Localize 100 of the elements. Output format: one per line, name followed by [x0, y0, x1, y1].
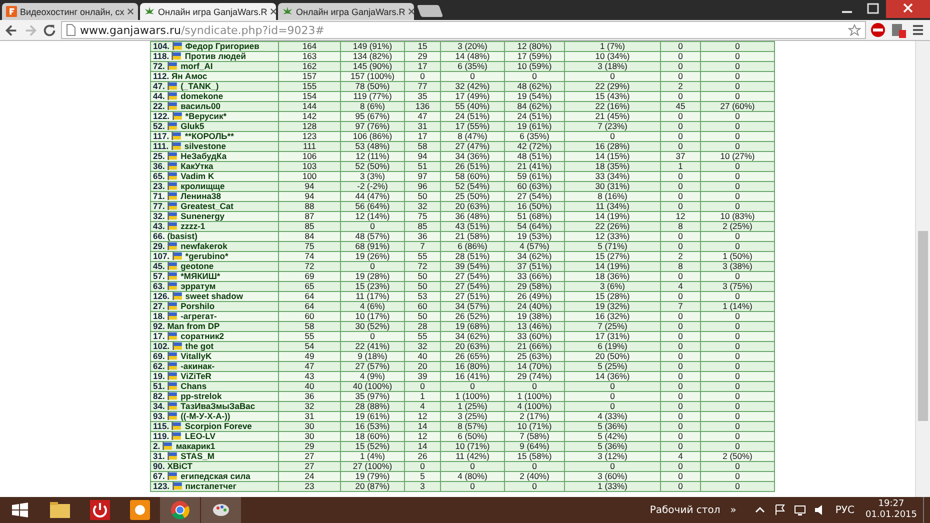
player-name-link[interactable]: ((-М-У-Х-А-)): [180, 411, 230, 421]
player-name-link[interactable]: -акинак-: [180, 361, 215, 371]
player-name-link[interactable]: (basist): [167, 231, 198, 241]
player-name-link[interactable]: pp-strelok: [180, 391, 222, 401]
desktop-label[interactable]: Рабочий стол: [650, 504, 720, 516]
chrome-icon[interactable]: [160, 497, 200, 523]
player-name-link[interactable]: zzzz-1: [180, 221, 206, 231]
clock[interactable]: 19:27 01.01.2015: [865, 499, 917, 521]
scrollbar-thumb[interactable]: [918, 231, 928, 421]
player-name-link[interactable]: василь00: [180, 101, 220, 111]
player-name-link[interactable]: Sunenergy: [180, 211, 225, 221]
player-name-link[interactable]: ХВіСТ: [167, 461, 192, 471]
rank-number: 122.: [153, 111, 170, 121]
table-cell: 0: [440, 482, 504, 492]
rank-number: 66.: [153, 231, 165, 241]
rank-number: 72.: [153, 61, 165, 71]
player-name-link[interactable]: Greatest_Cat: [180, 201, 234, 211]
clock-date: 01.01.2015: [865, 510, 917, 521]
rank-number: 93.: [153, 411, 165, 421]
player-name-link[interactable]: Ян Амос: [171, 71, 208, 81]
rank-number: 34.: [153, 401, 165, 411]
player-name-link[interactable]: geotone: [180, 261, 214, 271]
rank-number: 123.: [153, 481, 170, 491]
player-name-link[interactable]: Scorpion Foreve: [184, 421, 252, 431]
flag-icon[interactable]: [773, 503, 788, 517]
close-icon[interactable]: [408, 8, 416, 15]
player-name-link[interactable]: morf_AI: [180, 61, 213, 71]
rank-number: 92.: [153, 321, 165, 331]
player-name-link[interactable]: STAS_M: [180, 451, 214, 461]
rank-number: 29.: [153, 241, 165, 251]
rank-number: 47.: [153, 81, 165, 91]
player-name-link[interactable]: ТазИваЗмыЗаВас: [180, 401, 256, 411]
rank-number: 25.: [153, 151, 165, 161]
table-cell: 3: [404, 482, 440, 492]
paint-icon[interactable]: [201, 497, 241, 523]
table-cell: 3 (20%): [440, 42, 504, 52]
leaf-icon: [282, 6, 293, 17]
address-bar[interactable]: www.ganjawars.ru/syndicate.php?id=9023#: [61, 21, 866, 39]
player-name-link[interactable]: domekone: [180, 91, 224, 101]
letter-tile-icon: [6, 6, 17, 17]
player-name-link[interactable]: НеЗабудКа: [180, 151, 227, 161]
player-name-link[interactable]: ViZiTeR: [180, 371, 212, 381]
stop-sign-icon[interactable]: [870, 22, 886, 38]
menu-icon[interactable]: [910, 22, 926, 38]
table-cell: 23: [278, 482, 340, 492]
player-name-link[interactable]: Vadim K: [180, 171, 214, 181]
language-indicator[interactable]: РУС: [835, 504, 854, 516]
player-name-link[interactable]: пистапетчег: [185, 481, 236, 491]
player-name-link[interactable]: Chans: [180, 381, 207, 391]
rank-number: 27.: [153, 301, 165, 311]
rank-number: 19.: [153, 371, 165, 381]
reload-icon[interactable]: [42, 22, 57, 38]
browser-tab[interactable]: Видеохостинг онлайн, сх: [2, 3, 138, 20]
extension-badge-icon[interactable]: [890, 22, 906, 38]
back-arrow-icon[interactable]: [4, 22, 19, 38]
network-icon[interactable]: [793, 503, 808, 517]
player-name-link[interactable]: КакУтка: [180, 161, 214, 171]
rank-number: 77.: [153, 201, 165, 211]
player-name-link[interactable]: the got: [185, 341, 214, 351]
page-icon: [66, 24, 76, 36]
player-name-link[interactable]: Ленина38: [180, 191, 221, 201]
player-name-link[interactable]: эрратум: [180, 281, 216, 291]
player-name-link[interactable]: Porshilo: [180, 301, 215, 311]
player-name-link[interactable]: silvestone: [184, 141, 226, 151]
player-name-link[interactable]: (_TANK_): [180, 81, 219, 91]
player-name-link[interactable]: Федор Григориев: [185, 41, 260, 51]
rank-number: 67.: [153, 471, 165, 481]
rank-number: 118.: [153, 51, 170, 61]
player-name-link[interactable]: египедская сила: [180, 471, 250, 481]
player-name-link[interactable]: VitallyK: [180, 351, 212, 361]
close-icon[interactable]: [270, 8, 278, 15]
player-name-link[interactable]: LEO-LV: [184, 431, 216, 441]
clock-time: 19:27: [878, 499, 904, 510]
browser-tab[interactable]: Онлайн игра GanjaWars.R: [140, 3, 276, 20]
new-tab-button[interactable]: [416, 5, 444, 17]
player-name-link[interactable]: newfakerok: [180, 241, 228, 251]
player-name-link[interactable]: Против людей: [184, 51, 246, 61]
table-cell: 20 (87%): [340, 482, 404, 492]
star-icon[interactable]: [848, 24, 861, 36]
table-cell: 1 (7%): [564, 42, 660, 52]
player-name-link[interactable]: -агрегат-: [180, 311, 217, 321]
player-name-link[interactable]: соратник2: [180, 331, 224, 341]
player-name-link[interactable]: **КОРОЛЬ**: [184, 131, 234, 141]
player-name-link[interactable]: *Верусик*: [185, 111, 227, 121]
browser-tab[interactable]: Онлайн игра GanjaWars.R: [278, 3, 414, 20]
player-name-link[interactable]: кролищще: [180, 181, 225, 191]
table-cell: 1 (33%): [564, 482, 660, 492]
player-name-link[interactable]: Gluk5: [180, 121, 204, 131]
player-name-link[interactable]: *МЯКИШ*: [180, 271, 220, 281]
player-name-link[interactable]: *gerubino*: [185, 251, 228, 261]
toolbar-chevron[interactable]: »: [730, 504, 736, 516]
leaf-icon: [144, 6, 155, 17]
url-text: www.ganjawars.ru/syndicate.php?id=9023#: [80, 24, 325, 36]
player-name-link[interactable]: Man from DP: [167, 321, 220, 331]
player-name-link[interactable]: макарик1: [176, 441, 216, 451]
table-cell: 0: [700, 42, 774, 52]
rank-number: 2.: [153, 441, 160, 451]
rank-number: 117.: [153, 131, 170, 141]
scrollbar[interactable]: [915, 41, 930, 497]
player-name-link[interactable]: sweet shadow: [185, 291, 243, 301]
